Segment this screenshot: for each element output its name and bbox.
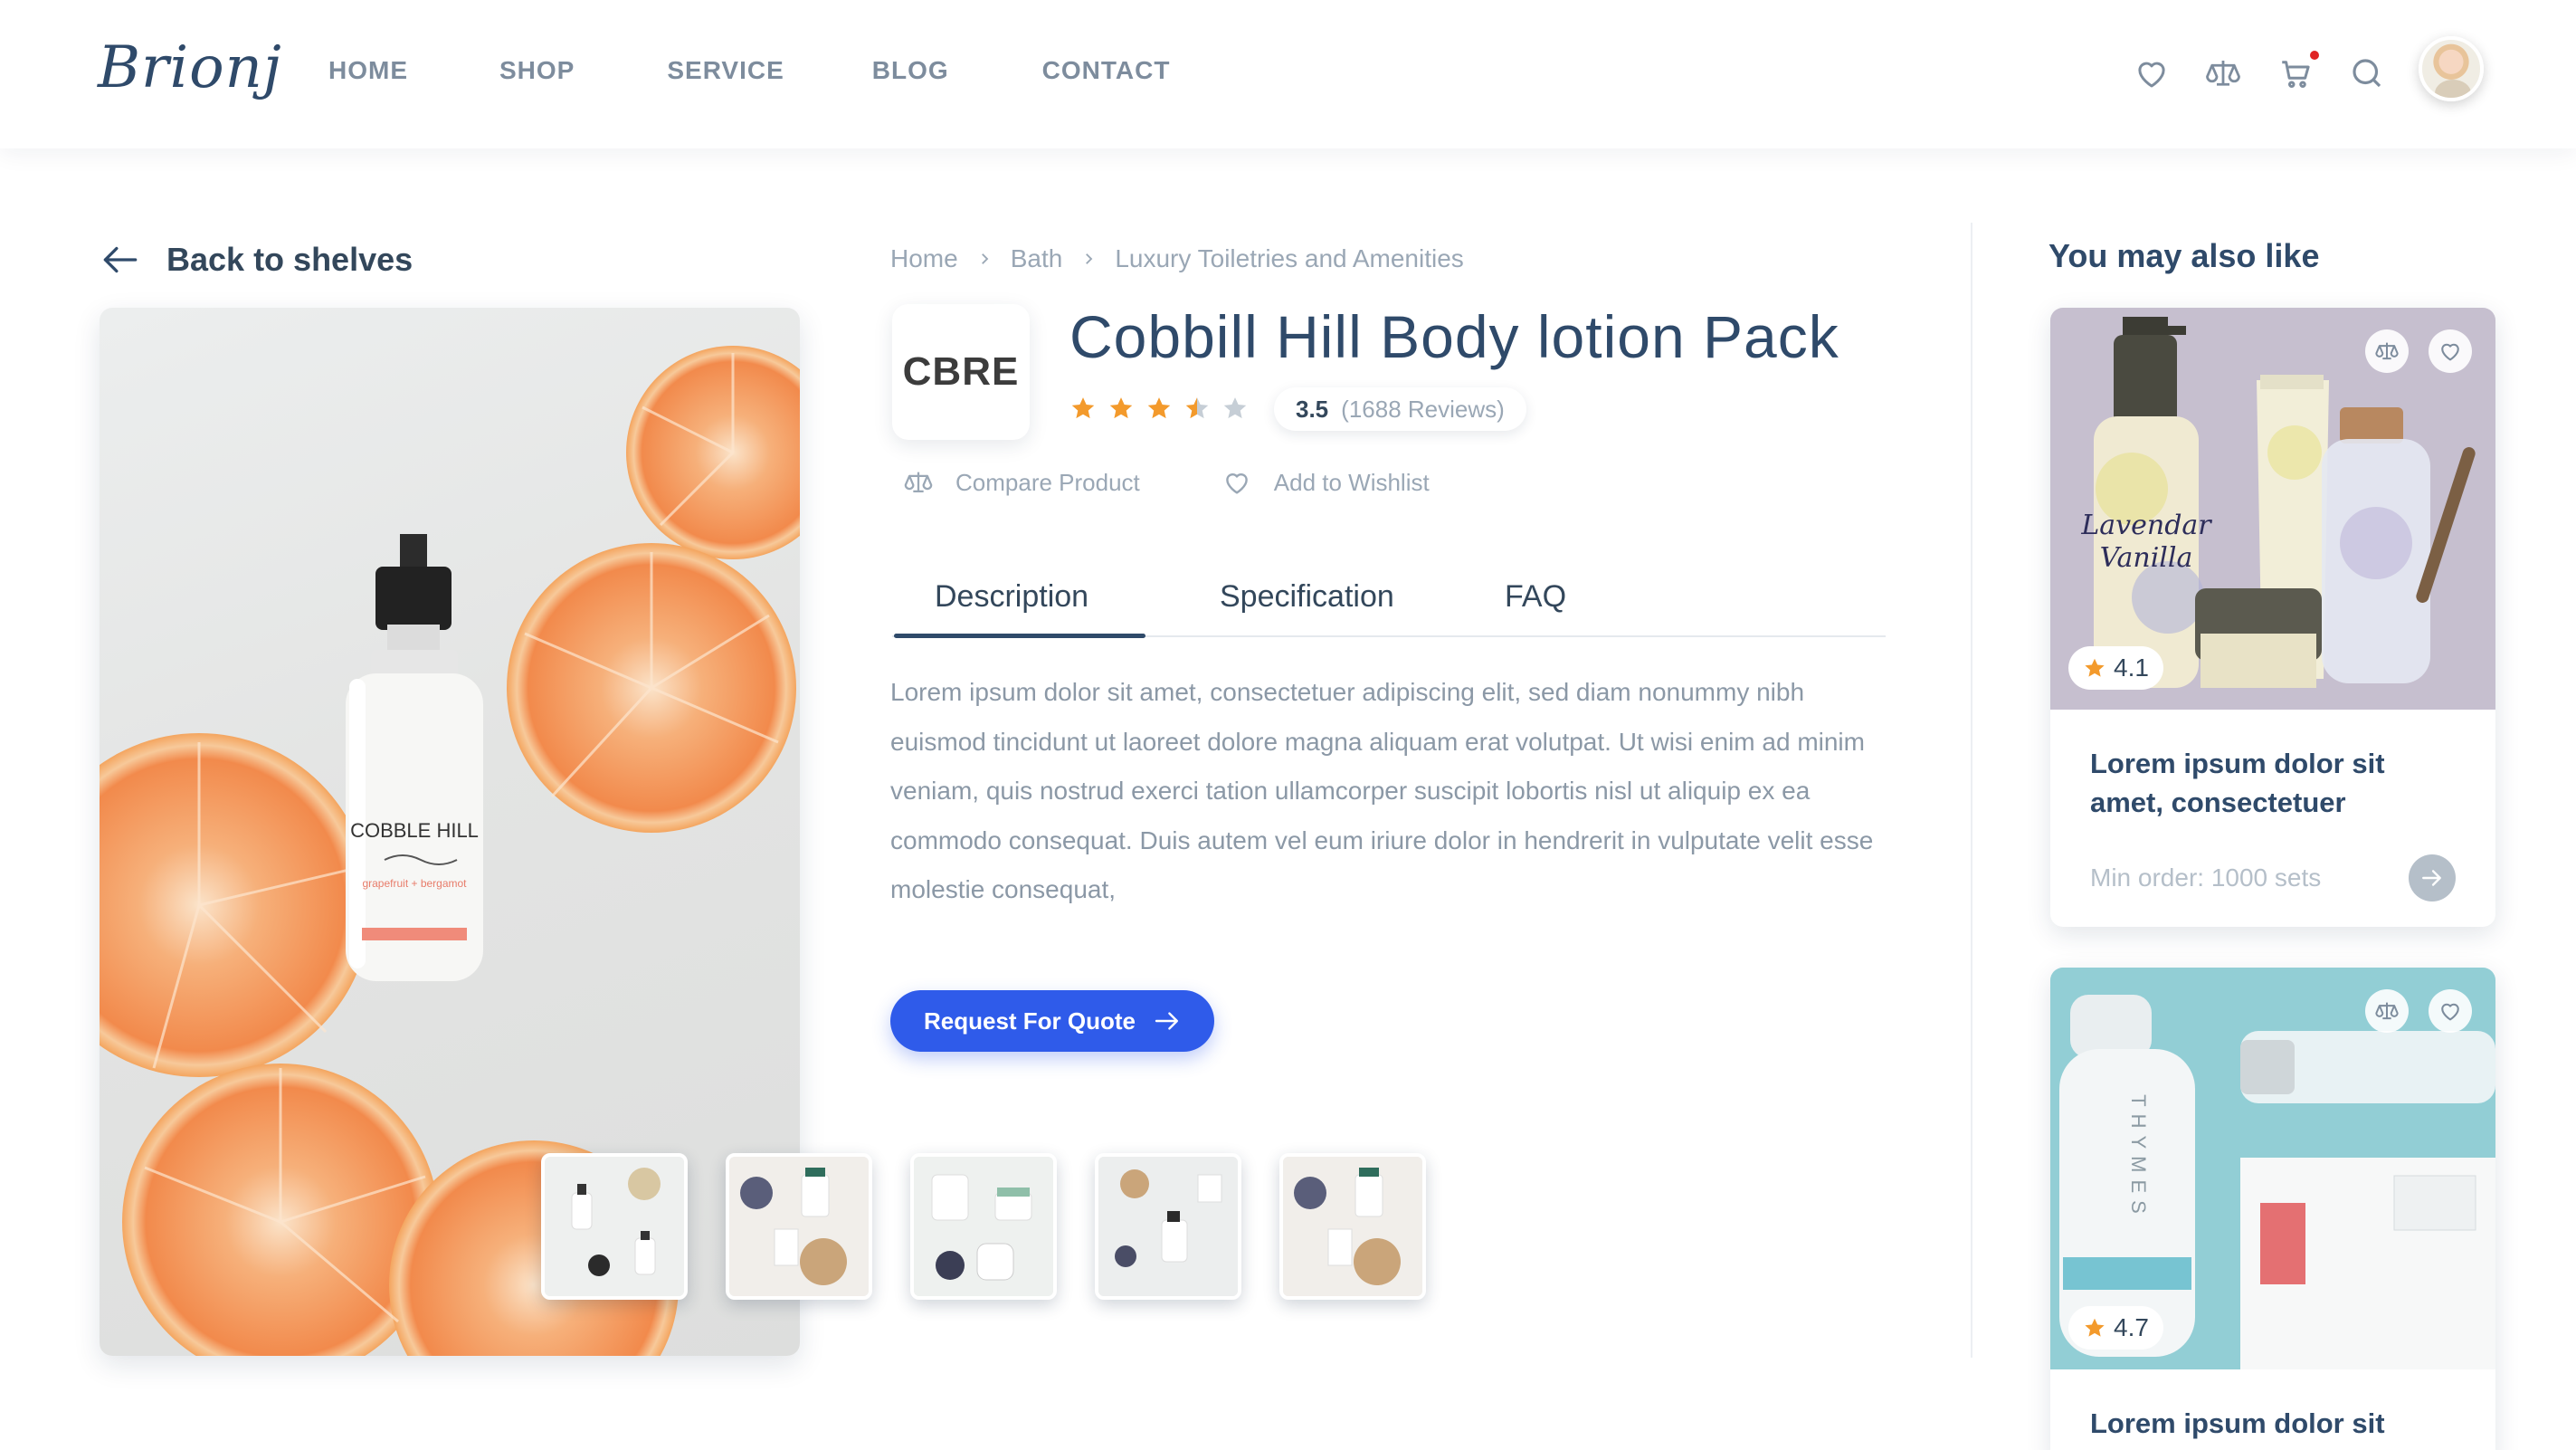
card-wishlist-button[interactable]	[2429, 329, 2472, 373]
cart-icon[interactable]	[2277, 51, 2319, 92]
product-title: Cobbill Hill Body lotion Pack	[1069, 303, 1839, 370]
recommendation-card-image: THYMES 4.7	[2050, 968, 2495, 1369]
reviews-count[interactable]: (1688 Reviews)	[1341, 396, 1505, 424]
compare-label: Compare Product	[955, 468, 1140, 496]
recommendation-card-body: Lorem ipsum dolor sit	[2050, 1369, 2495, 1450]
rating-value: 3.5	[1296, 395, 1329, 423]
column-divider	[1971, 223, 1972, 1358]
star-filled-icon	[1071, 397, 1095, 419]
heart-icon	[2441, 1003, 2459, 1021]
star-half-icon	[1185, 397, 1209, 419]
heart-icon	[1225, 473, 1248, 494]
nav-contact[interactable]: CONTACT	[1042, 56, 1171, 85]
recommendation-card-body: Lorem ipsum dolor sit amet, consectetuer…	[2050, 710, 2495, 927]
card-min-order: Min order: 1000 sets	[2090, 863, 2322, 892]
heart-icon	[2441, 343, 2459, 361]
request-quote-button[interactable]: Request For Quote	[890, 990, 1214, 1052]
add-to-wishlist-button[interactable]: Add to Wishlist	[1220, 467, 1430, 498]
nav-shop[interactable]: SHOP	[499, 56, 575, 85]
breadcrumb-bath[interactable]: Bath	[1011, 244, 1063, 273]
star-filled-icon	[1147, 397, 1171, 419]
compare-scale-icon	[2375, 1002, 2399, 1020]
card-rating-value: 4.1	[2114, 653, 2149, 682]
back-label: Back to shelves	[166, 241, 413, 278]
card-rating-badge: 4.1	[2068, 646, 2163, 690]
nav-service[interactable]: SERVICE	[667, 56, 784, 85]
card-image-text-2: Vanilla	[2100, 542, 2193, 574]
chevron-right-icon	[1086, 253, 1093, 264]
recommendation-card-image: Lavendar Vanilla 4.1	[2050, 308, 2495, 710]
compare-scale-icon	[904, 472, 933, 493]
nav-blog[interactable]: BLOG	[872, 56, 949, 85]
rating-stars	[1069, 395, 1249, 422]
star-icon	[2085, 1318, 2105, 1337]
recommendations-title: You may also like	[2048, 237, 2320, 274]
product-tabs: Description Specification FAQ	[892, 561, 1886, 638]
card-product-name[interactable]: Lorem ipsum dolor sit amet, consectetuer	[2090, 744, 2456, 822]
user-avatar[interactable]	[2419, 36, 2484, 101]
card-rating-value: 4.7	[2114, 1313, 2149, 1341]
breadcrumb-home[interactable]: Home	[890, 244, 958, 273]
rating-summary: 3.5 (1688 Reviews)	[1274, 387, 1526, 431]
lotion-bottle: COBBLE HILL grapefruit + bergamot	[346, 534, 483, 981]
nav-home[interactable]: HOME	[328, 56, 408, 85]
product-description: Lorem ipsum dolor sit amet, consectetuer…	[890, 678, 1874, 903]
brand-logo-text: CBRE	[902, 349, 1020, 394]
tab-specification[interactable]: Specification	[1220, 579, 1394, 615]
search-icon[interactable]	[2348, 54, 2386, 92]
breadcrumb: Home Bath Luxury Toiletries and Amenitie…	[890, 244, 1464, 273]
wishlist-label: Add to Wishlist	[1273, 468, 1430, 496]
thumbnail-5[interactable]	[1279, 1153, 1426, 1300]
card-rating-badge: 4.7	[2068, 1306, 2163, 1350]
tab-description[interactable]: Description	[935, 579, 1088, 615]
card-compare-button[interactable]	[2365, 989, 2409, 1033]
card-image-text-1: THYMES	[2127, 1094, 2150, 1221]
card-compare-button[interactable]	[2365, 329, 2409, 373]
back-to-shelves-link[interactable]: Back to shelves	[98, 237, 413, 282]
active-tab-indicator	[894, 634, 1145, 638]
orange-slice-top	[626, 346, 800, 559]
arrow-right-icon	[2422, 870, 2441, 886]
arrow-left-icon	[103, 246, 138, 273]
thumbnail-2[interactable]	[726, 1153, 872, 1300]
compare-scale-icon[interactable]	[2204, 54, 2242, 92]
request-quote-label: Request For Quote	[923, 1006, 1136, 1035]
orange-slice-left	[100, 733, 371, 1077]
top-navigation-bar: Brionj HOME SHOP SERVICE BLOG CONTACT	[0, 0, 2576, 148]
thumbnail-4[interactable]	[1095, 1153, 1241, 1300]
breadcrumb-current[interactable]: Luxury Toiletries and Amenities	[1115, 244, 1463, 273]
cart-notification-dot	[2310, 51, 2319, 60]
recommendation-card[interactable]: Lavendar Vanilla 4.1 Lorem ipsum dolor s…	[2050, 308, 2495, 927]
main-nav: HOME SHOP SERVICE BLOG CONTACT	[328, 56, 1170, 85]
thumbnail-strip	[541, 1153, 1426, 1300]
star-icon	[2085, 658, 2105, 677]
thumbnail-3[interactable]	[910, 1153, 1057, 1300]
chevron-right-icon	[981, 253, 989, 264]
card-product-name[interactable]: Lorem ipsum dolor sit	[2090, 1404, 2456, 1443]
tab-faq[interactable]: FAQ	[1505, 579, 1566, 615]
recommendation-card[interactable]: THYMES 4.7 Lorem ipsum dolor sit	[2050, 968, 2495, 1450]
bottle-label-text: COBBLE HILL	[350, 819, 479, 842]
product-actions: Compare Product Add to Wishlist	[901, 467, 1430, 498]
card-image-text-1: Lavendar	[2080, 510, 2212, 541]
thumbnail-1[interactable]	[541, 1153, 688, 1300]
card-open-button[interactable]	[2409, 854, 2456, 901]
star-filled-icon	[1109, 397, 1133, 419]
brand-logo-box: CBRE	[892, 304, 1030, 440]
arrow-right-icon	[1155, 1012, 1178, 1030]
star-empty-icon	[1223, 397, 1247, 419]
card-wishlist-button[interactable]	[2429, 989, 2472, 1033]
compare-scale-icon	[2375, 342, 2399, 360]
compare-product-button[interactable]: Compare Product	[901, 467, 1140, 498]
brand-logo[interactable]: Brionj	[98, 34, 282, 101]
card-footer: Min order: 1000 sets	[2090, 854, 2456, 901]
svg-text:grapefruit + bergamot: grapefruit + bergamot	[362, 877, 467, 890]
wishlist-heart-icon[interactable]	[2133, 54, 2171, 92]
